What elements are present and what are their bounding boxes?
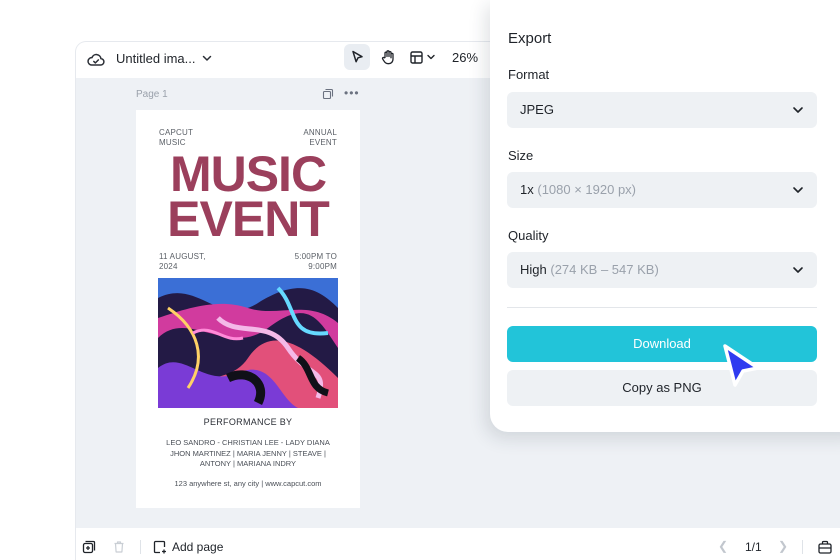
fluid-art-graphic <box>158 278 338 408</box>
poster-footer: 123 anywhere st, any city | www.capcut.c… <box>174 479 322 488</box>
format-select[interactable]: JPEG <box>507 92 817 128</box>
divider <box>507 307 817 308</box>
poster-artwork-image <box>158 278 338 408</box>
add-page-button[interactable]: Add page <box>172 540 223 554</box>
page-label: Page 1 <box>136 89 168 100</box>
pointer-icon <box>352 50 363 63</box>
poster-title-line2: EVENT <box>167 191 330 247</box>
size-label: Size <box>508 148 534 163</box>
zoom-level[interactable]: 26% <box>452 50 478 65</box>
bottom-bar: Add page ❮ 1/1 ❯ <box>76 528 840 560</box>
quality-value: High (274 KB – 547 KB) <box>520 262 659 277</box>
poster-canvas[interactable]: CAPCUT MUSIC ANNUAL EVENT MUSIC EVENT 11… <box>136 110 360 508</box>
chevron-down-icon <box>793 267 803 273</box>
next-page-icon[interactable]: ❯ <box>778 539 788 553</box>
quality-select[interactable]: High (274 KB – 547 KB) <box>507 252 817 288</box>
chevron-down-icon <box>793 187 803 193</box>
add-page-icon[interactable] <box>153 540 167 554</box>
quality-label: Quality <box>508 228 549 243</box>
chevron-down-icon[interactable] <box>200 51 214 65</box>
size-select[interactable]: 1x (1080 × 1920 px) <box>507 172 817 208</box>
size-value: 1x (1080 × 1920 px) <box>520 182 637 197</box>
app-stage: Untitled ima... 26% Page 1 ••• CAPCUT MU… <box>0 0 840 560</box>
poster-tag: ANNUAL EVENT <box>303 128 337 147</box>
duplicate-page-icon[interactable] <box>322 88 334 100</box>
select-tool-button[interactable] <box>344 44 370 70</box>
cursor-arrow-icon <box>723 344 760 387</box>
download-button[interactable]: Download <box>507 326 817 362</box>
layout-tool-button[interactable] <box>406 45 438 69</box>
divider <box>140 540 141 554</box>
export-title: Export <box>508 30 552 47</box>
hand-icon <box>381 50 394 65</box>
format-label: Format <box>508 67 550 82</box>
poster-brand: CAPCUT MUSIC <box>159 128 194 147</box>
poster-time: 5:00PM TO 9:00PM <box>294 252 337 271</box>
page-counter: 1/1 <box>745 540 762 554</box>
more-options-icon[interactable]: ••• <box>344 86 360 100</box>
prev-page-icon[interactable]: ❮ <box>718 539 728 553</box>
chevron-down-icon <box>426 54 435 60</box>
trash-icon[interactable] <box>112 540 126 554</box>
briefcase-icon[interactable] <box>817 539 833 555</box>
chevron-down-icon <box>793 107 803 113</box>
format-value: JPEG <box>520 102 554 117</box>
hand-tool-button[interactable] <box>376 45 400 69</box>
export-panel: Export Format JPEG Size 1x (1080 × 1920 … <box>490 0 840 432</box>
poster-date: 11 AUGUST, 2024 <box>159 252 206 271</box>
cloud-icon[interactable] <box>86 50 106 70</box>
layout-icon <box>409 50 423 64</box>
poster-performance-heading: PERFORMANCE BY <box>203 417 293 427</box>
divider <box>802 540 803 554</box>
add-layer-icon[interactable] <box>82 540 96 554</box>
document-title[interactable]: Untitled ima... <box>116 51 195 66</box>
copy-as-png-button[interactable]: Copy as PNG <box>507 370 817 406</box>
poster-performers: LEO SANDRO - CHRISTIAN LEE - LADY DIANA … <box>166 438 330 468</box>
